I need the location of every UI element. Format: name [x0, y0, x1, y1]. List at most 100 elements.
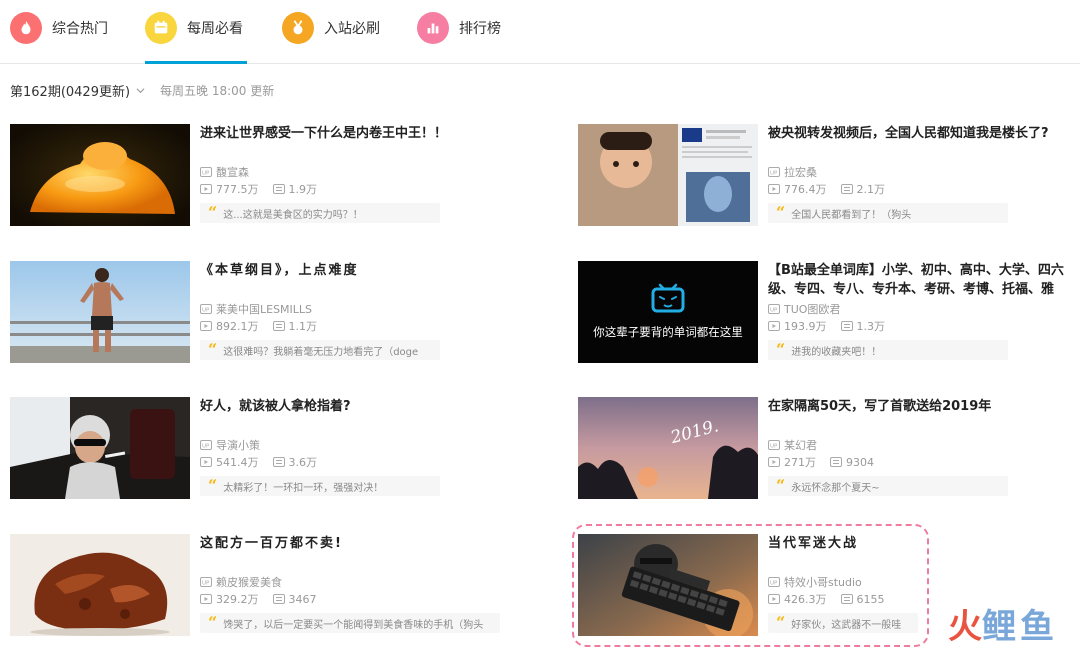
up-icon: UP — [768, 440, 780, 450]
video-title[interactable]: 被央视转发视频后，全国人民都知道我是楼长了? — [768, 124, 1078, 143]
chevron-down-icon — [136, 88, 145, 94]
update-schedule: 每周五晚 18:00 更新 — [160, 84, 275, 98]
calendar-icon — [145, 12, 177, 44]
video-card: 进来让世界感受一下什么是内卷王中王！！ UP 馥宣森 777.5万 1.9万 “… — [10, 124, 510, 226]
uploader-name: 特效小哥studio — [784, 576, 862, 589]
uploader-name: 导演小策 — [216, 439, 260, 452]
danmaku-count: 6155 — [856, 592, 885, 606]
active-tab-indicator — [145, 61, 247, 64]
comment-text: 永远怀念那个夏天~ — [791, 482, 880, 494]
play-count-icon — [768, 594, 780, 604]
quote-icon: “ — [776, 203, 786, 222]
video-card: 你这辈子要背的单词都在这里 【B站最全单词库】小学、初中、高中、大学、四六级、专… — [578, 261, 1078, 363]
view-count: 329.2万 — [216, 593, 259, 606]
video-title[interactable]: 在家隔离50天，写了首歌送给2019年 — [768, 397, 1078, 416]
svg-text:UP: UP — [202, 444, 210, 450]
comment-text: 全国人民都看到了！（狗头 — [791, 209, 912, 221]
tab-hot[interactable]: 综合热门 — [10, 8, 108, 48]
quote-icon: “ — [776, 476, 786, 495]
uploader-name: 莱美中国LESMILLS — [216, 303, 313, 316]
watermark-logo: 火 鲤鱼 — [948, 607, 1058, 647]
danmaku-count: 1.1万 — [288, 320, 318, 333]
video-thumbnail[interactable] — [10, 397, 190, 499]
quote-icon: “ — [776, 613, 786, 632]
video-thumbnail[interactable] — [578, 124, 758, 226]
comment-text: 这...这就是美食区的实力吗？！ — [223, 209, 363, 221]
watermark-fire: 火 — [948, 607, 982, 647]
video-stats: 776.4万 2.1万 — [768, 181, 899, 197]
up-icon: UP — [200, 440, 212, 450]
tab-must-watch[interactable]: 入站必刷 — [282, 8, 380, 48]
video-title[interactable]: 《本草纲目》，上点难度 — [200, 261, 510, 280]
uploader[interactable]: UP 某幻君 — [768, 437, 817, 453]
video-title[interactable]: 好人，就该被人拿枪指着? — [200, 397, 510, 416]
danmaku-icon — [840, 594, 853, 604]
up-icon: UP — [200, 304, 212, 314]
video-thumbnail[interactable]: 你这辈子要背的单词都在这里 — [578, 261, 758, 363]
watermark-text: 鲤鱼 — [982, 607, 1058, 647]
video-stats: 777.5万 1.9万 — [200, 181, 331, 197]
danmaku-count: 3.6万 — [288, 456, 318, 469]
video-title[interactable]: 【B站最全单词库】小学、初中、高中、大学、四六级、专四、专八、专升本、考研、考博… — [768, 261, 1078, 299]
video-thumbnail[interactable]: 2019. — [578, 397, 758, 499]
thumbnail-caption: 你这辈子要背的单词都在这里 — [593, 325, 743, 339]
video-thumbnail[interactable] — [578, 534, 758, 636]
view-count: 892.1万 — [216, 320, 259, 333]
video-stats: 426.3万 6155 — [768, 591, 899, 607]
video-card: 这配方一百万都不卖! UP 赖皮猴爱美食 329.2万 3467 “ 馋哭了，以… — [10, 534, 510, 636]
uploader[interactable]: UP 赖皮猴爱美食 — [200, 574, 282, 590]
danmaku-icon — [272, 457, 285, 467]
quote-icon: “ — [208, 203, 218, 222]
recommend-comment: “ 馋哭了，以后一定要买一个能闻得到美食香味的手机（狗头 — [200, 613, 500, 633]
uploader[interactable]: UP TUO图欧君 — [768, 301, 840, 317]
video-stats: 271万 9304 — [768, 454, 888, 470]
bar-chart-icon — [417, 12, 449, 44]
play-count-icon — [200, 594, 212, 604]
fire-icon — [10, 12, 42, 44]
up-icon: UP — [768, 304, 780, 314]
tab-label: 排行榜 — [459, 21, 501, 37]
danmaku-icon — [840, 184, 853, 194]
recommend-comment: “ 进我的收藏夹吧！！ — [768, 340, 1008, 360]
tab-ranking[interactable]: 排行榜 — [417, 8, 501, 48]
video-title[interactable]: 进来让世界感受一下什么是内卷王中王！！ — [200, 124, 510, 143]
up-icon: UP — [768, 167, 780, 177]
video-card: 被央视转发视频后，全国人民都知道我是楼长了? UP 拉宏桑 776.4万 2.1… — [578, 124, 1078, 226]
uploader[interactable]: UP 拉宏桑 — [768, 164, 817, 180]
video-card: 好人，就该被人拿枪指着? UP 导演小策 541.4万 3.6万 “ 太精彩了！… — [10, 397, 510, 499]
video-thumbnail[interactable] — [10, 534, 190, 636]
danmaku-icon — [272, 321, 285, 331]
danmaku-icon — [840, 321, 853, 331]
up-icon: UP — [200, 577, 212, 587]
play-count-icon — [200, 184, 212, 194]
danmaku-icon — [830, 457, 842, 467]
uploader[interactable]: UP 特效小哥studio — [768, 574, 862, 590]
recommend-comment: “ 太精彩了！一环扣一环，强强对决！ — [200, 476, 440, 496]
recommend-comment: “ 这很难吗？我躺着毫无压力地看完了（doge — [200, 340, 440, 360]
svg-text:UP: UP — [202, 308, 210, 314]
video-title[interactable]: 这配方一百万都不卖! — [200, 534, 510, 553]
tab-weekly[interactable]: 每周必看 — [145, 8, 243, 48]
issue-selector[interactable]: 第162期(0429更新) — [10, 81, 145, 100]
uploader-name: 某幻君 — [784, 439, 817, 452]
issue-label: 第162期(0429更新) — [10, 85, 131, 100]
view-count: 193.9万 — [784, 320, 827, 333]
svg-text:UP: UP — [770, 581, 778, 587]
comment-text: 这很难吗？我躺着毫无压力地看完了（doge — [223, 346, 419, 358]
video-title[interactable]: 当代军迷大战 — [768, 534, 1078, 553]
view-count: 776.4万 — [784, 183, 827, 196]
danmaku-count: 2.1万 — [856, 183, 886, 196]
video-card: 2019. 在家隔离50天，写了首歌送给2019年 UP 某幻君 271万 93… — [578, 397, 1078, 499]
view-count: 271万 — [784, 456, 816, 469]
danmaku-icon — [272, 594, 285, 604]
tab-label: 综合热门 — [52, 21, 108, 37]
uploader[interactable]: UP 馥宣森 — [200, 164, 249, 180]
danmaku-count: 9304 — [846, 455, 874, 469]
recommend-comment: “ 这...这就是美食区的实力吗？！ — [200, 203, 440, 223]
play-count-icon — [200, 321, 212, 331]
uploader[interactable]: UP 导演小策 — [200, 437, 260, 453]
video-thumbnail[interactable] — [10, 261, 190, 363]
uploader[interactable]: UP 莱美中国LESMILLS — [200, 301, 312, 317]
recommend-comment: “ 全国人民都看到了！（狗头 — [768, 203, 1008, 223]
video-thumbnail[interactable] — [10, 124, 190, 226]
